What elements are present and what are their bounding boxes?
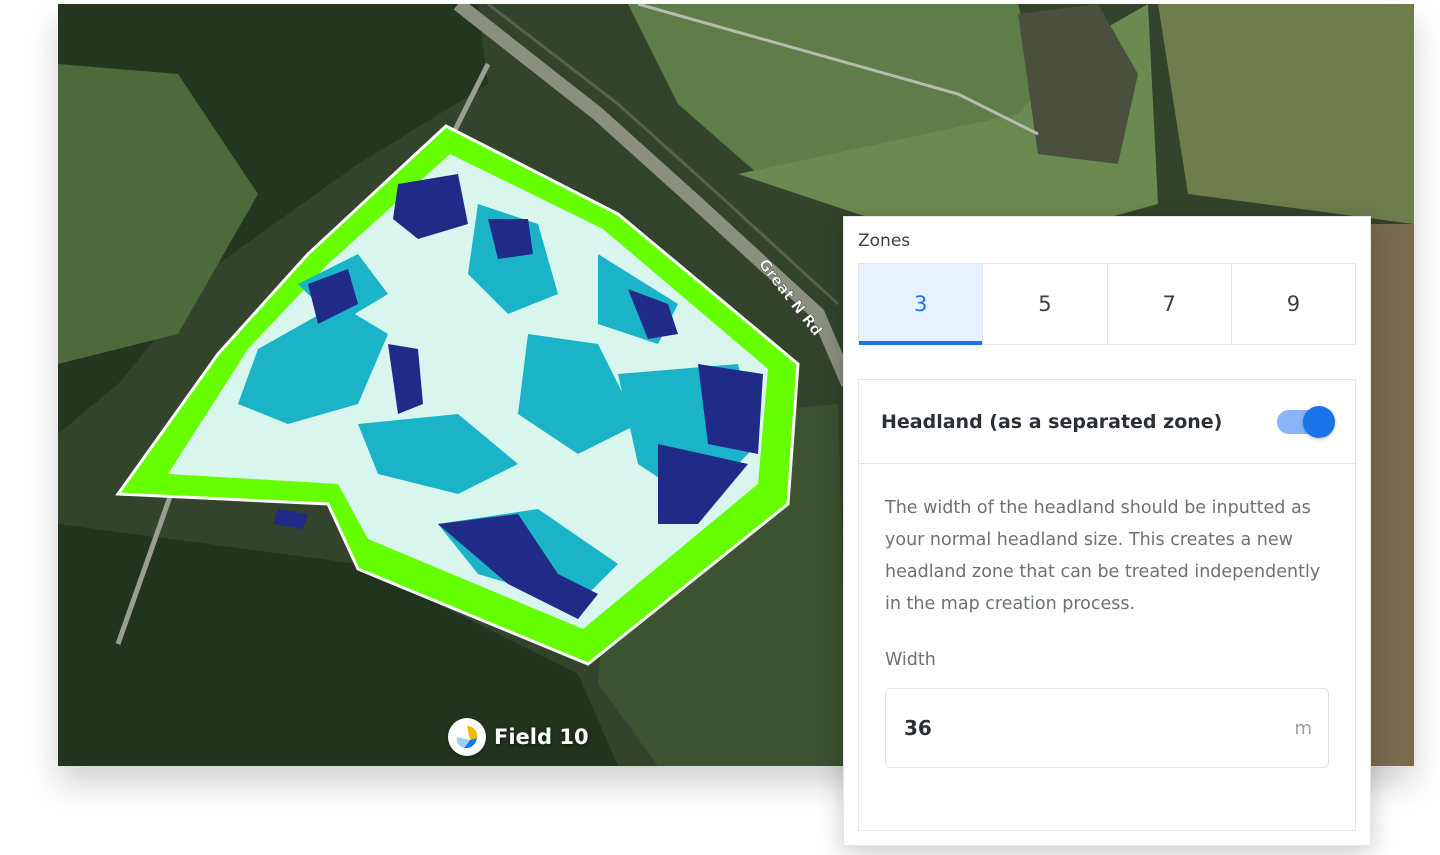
headland-toggle[interactable]	[1277, 405, 1335, 438]
zone-option-7[interactable]: 7	[1108, 264, 1232, 344]
headland-description: The width of the headland should be inpu…	[885, 498, 1321, 614]
width-input[interactable]	[902, 715, 1295, 741]
field-logo-icon	[448, 718, 486, 756]
width-unit: m	[1294, 717, 1312, 739]
field-name: Field 10	[494, 725, 589, 749]
zone-option-9[interactable]: 9	[1232, 264, 1355, 344]
headland-header: Headland (as a separated zone)	[859, 380, 1355, 464]
screenshot-stage: Great N Rd Field 10 Zones 3 5 7 9 Headla…	[0, 0, 1440, 855]
field-logo-glyph	[456, 726, 478, 749]
headland-title: Headland (as a separated zone)	[881, 410, 1223, 433]
width-label: Width	[885, 650, 936, 670]
logo-segment-yellow	[467, 726, 478, 740]
zone-count-selector: 3 5 7 9	[858, 263, 1356, 345]
field-parcel	[1158, 4, 1414, 224]
width-field[interactable]: m	[885, 688, 1329, 768]
zone-option-5[interactable]: 5	[983, 264, 1108, 344]
toggle-knob[interactable]	[1303, 405, 1335, 438]
field-label[interactable]: Field 10	[448, 717, 589, 757]
headland-section: Headland (as a separated zone) The width…	[858, 379, 1356, 831]
zone-dark[interactable]	[698, 364, 763, 454]
zones-panel: Zones 3 5 7 9 Headland (as a separated z…	[843, 216, 1371, 846]
zone-option-3[interactable]: 3	[859, 264, 984, 345]
zones-label: Zones	[858, 231, 911, 251]
